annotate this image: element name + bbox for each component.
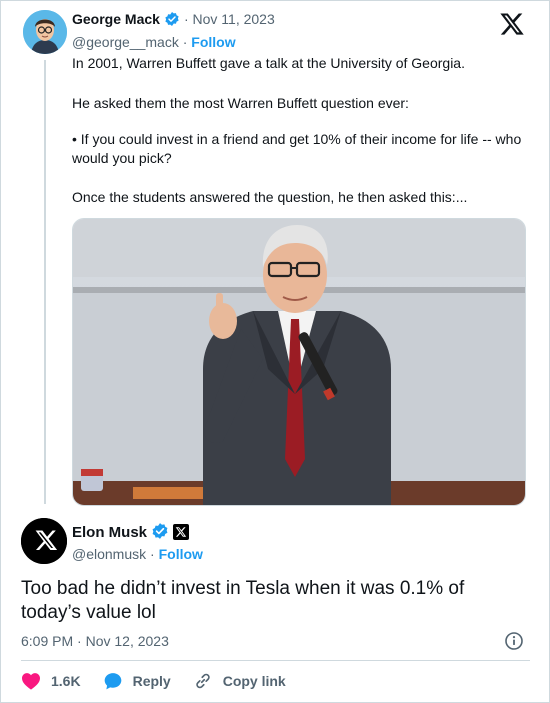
actions-divider xyxy=(21,660,530,661)
elon-musk-avatar[interactable] xyxy=(21,518,67,564)
follow-elon-button[interactable]: Follow xyxy=(159,546,203,562)
reply-bubble-icon xyxy=(104,673,121,690)
main-author-line: Elon Musk xyxy=(72,522,190,546)
main-handle-line: @elonmusk · Follow xyxy=(72,546,203,562)
copy-link-label: Copy link xyxy=(222,673,286,689)
link-icon xyxy=(195,673,210,689)
affiliate-x-badge-icon[interactable] xyxy=(173,524,190,546)
quoted-tweet-header: George Mack · Nov 11, 2023 xyxy=(72,10,275,31)
quoted-handle-line: @george__mack · Follow xyxy=(72,34,236,50)
main-author-handle[interactable]: @elonmusk xyxy=(72,546,146,562)
quoted-media-photo[interactable] xyxy=(72,218,526,506)
quoted-author-name[interactable]: George Mack xyxy=(72,11,160,27)
reply-button[interactable]: Reply xyxy=(103,671,171,691)
info-icon[interactable] xyxy=(504,631,524,651)
copy-link-button[interactable]: Copy link xyxy=(193,671,286,691)
george-mack-avatar[interactable] xyxy=(23,10,67,54)
lecture-photo-illustration xyxy=(73,219,525,505)
verified-badge-icon xyxy=(151,522,169,546)
main-author-name[interactable]: Elon Musk xyxy=(72,524,147,541)
tweet-actions-bar: 1.6K Reply Copy link xyxy=(21,669,308,693)
follow-george-button[interactable]: Follow xyxy=(191,34,235,50)
quoted-author-handle[interactable]: @george__mack xyxy=(72,34,179,50)
like-button[interactable]: 1.6K xyxy=(21,672,81,690)
quoted-paragraph-4: Once the students answered the question,… xyxy=(72,189,468,205)
main-tweet-timestamp[interactable]: 6:09 PM · Nov 12, 2023 xyxy=(21,632,169,650)
main-tweet-text: Too bad he didn’t invest in Tesla when i… xyxy=(21,578,465,623)
quoted-paragraph-1: In 2001, Warren Buffett gave a talk at t… xyxy=(72,55,465,71)
heart-icon xyxy=(22,673,40,690)
quoted-paragraph-3: • If you could invest in a friend and ge… xyxy=(72,131,522,166)
quoted-paragraph-2: He asked them the most Warren Buffett qu… xyxy=(72,95,409,111)
thread-connector-line xyxy=(44,60,46,504)
likes-count: 1.6K xyxy=(51,673,81,689)
reply-label: Reply xyxy=(132,673,171,689)
verified-badge-icon xyxy=(164,11,180,31)
x-logo-icon[interactable] xyxy=(499,11,525,37)
quoted-tweet-date[interactable]: Nov 11, 2023 xyxy=(193,11,275,27)
